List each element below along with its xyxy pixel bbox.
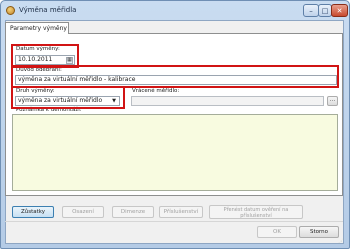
ok-button[interactable]: OK xyxy=(257,226,297,238)
minimize-button[interactable]: – xyxy=(303,4,319,17)
browse-button[interactable]: ... xyxy=(327,96,338,106)
date-value: 10.10.2011 xyxy=(18,56,53,63)
type-select[interactable]: výměna za virtuální měřidlo ▼ xyxy=(15,96,120,106)
type-label: Druh výměny: xyxy=(16,88,55,94)
window-title: Výměna měřidla xyxy=(19,6,77,14)
dimenze-button[interactable]: Dimenze xyxy=(112,206,154,218)
app-icon xyxy=(6,6,15,15)
date-field[interactable]: 10.10.2011 ▦ xyxy=(15,55,75,65)
returned-field[interactable] xyxy=(131,96,324,106)
minimize-icon: – xyxy=(309,6,313,15)
prenest-datum-button[interactable]: Přenést datum ověření na příslušenství xyxy=(209,205,303,219)
resize-grip-icon[interactable]: ⋰ xyxy=(338,238,344,245)
reason-field[interactable]: výměna za virtuální měřidlo - kalibrace xyxy=(15,75,337,85)
returned-label: Vrácené měřidlo: xyxy=(132,88,180,94)
chevron-down-icon[interactable]: ▼ xyxy=(110,97,118,105)
title-bar[interactable]: Výměna měřidla – □ ✕ xyxy=(1,1,349,21)
close-button[interactable]: ✕ xyxy=(331,4,348,17)
divider xyxy=(5,221,343,222)
storno-button[interactable]: Storno xyxy=(299,226,339,238)
date-label: Datum výměny: xyxy=(16,46,60,52)
reason-value: výměna za virtuální měřidlo - kalibrace xyxy=(18,76,136,83)
zustatky-button[interactable]: Zůstatky xyxy=(12,206,54,218)
calendar-icon[interactable]: ▦ xyxy=(66,57,73,64)
type-value: výměna za virtuální měřidlo xyxy=(18,97,103,104)
osazeni-button[interactable]: Osazení xyxy=(62,206,104,218)
maximize-button[interactable]: □ xyxy=(318,4,332,17)
maximize-icon: □ xyxy=(321,6,329,15)
notes-textarea[interactable] xyxy=(12,114,338,191)
close-icon: ✕ xyxy=(336,6,343,15)
notes-label: Poznámka k demontáži: xyxy=(16,107,82,113)
prislusenstvi-button[interactable]: Příslušenství xyxy=(159,206,203,218)
reason-label: Důvod odebrání: xyxy=(16,67,62,73)
tab-parametry-vymeny[interactable]: Parametry výměny xyxy=(5,22,69,34)
